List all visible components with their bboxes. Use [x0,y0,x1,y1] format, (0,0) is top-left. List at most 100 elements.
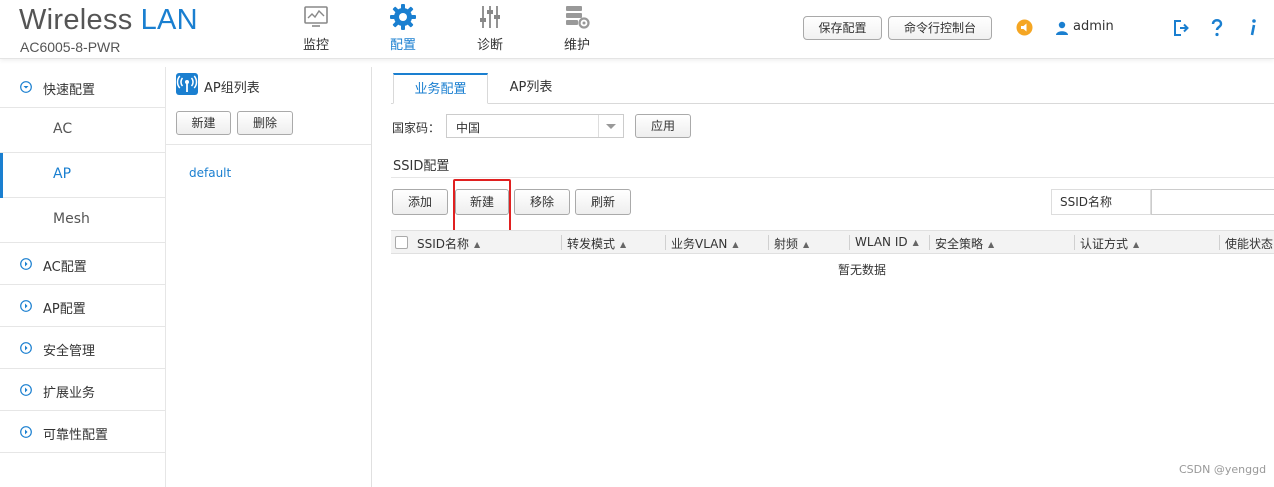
sort-up-icon: ▲ [1133,240,1140,249]
column-label: 射频 [774,237,799,251]
sidebar-item-label: Mesh [53,211,90,227]
username[interactable]: admin [1073,19,1114,34]
refresh-button[interactable]: 刷新 [575,189,631,215]
sidebar-item-ap[interactable]: AP [0,153,165,198]
table-header: SSID名称 ▲ 转发模式 ▲ 业务VLAN ▲ 射频 ▲ WLAN ID ▲ 安全策略 ▲… [391,230,1274,254]
column-label: 认证方式 [1080,237,1129,251]
left-sidebar: 快速配置 AC AP Mesh AC配置 AP配置 安全管理 扩展业务 可靠性配… [0,67,165,487]
chevron-right-circle-icon [20,384,32,396]
country-code-label: 国家码： [392,121,441,135]
column-label: SSID名称 [417,237,470,251]
main-content: 业务配置 AP列表 国家码： 中国 应用 SSID配置 添加 新建 移除 刷新 … [371,67,1274,487]
sidebar-item-label: AP [53,166,72,182]
country-code-value: 中国 [456,121,481,135]
gear-icon [390,4,416,30]
column-divider [929,235,930,250]
column-header-wlan-id[interactable]: WLAN ID ▲ [855,235,919,249]
column-divider [849,235,850,250]
sort-up-icon: ▲ [988,240,995,249]
ap-group-item-default[interactable]: default [189,166,231,180]
sidebar-item-ac[interactable]: AC [0,108,165,153]
product-logo: Wireless LAN [19,4,198,37]
column-header-enable-status[interactable]: 使能状态 [1225,235,1273,252]
alarm-speaker-icon[interactable] [1016,19,1033,36]
active-indicator [0,153,3,198]
diagnose-sliders-icon [480,6,500,28]
cli-console-button[interactable]: 命令行控制台 [888,16,992,40]
column-label: 转发模式 [567,237,616,251]
sidebar-security[interactable]: 安全管理 [0,328,165,369]
chevron-right-circle-icon [20,300,32,312]
divider [391,177,1274,178]
sidebar-ac-config[interactable]: AC配置 [0,244,165,285]
help-icon[interactable] [1211,18,1223,37]
column-header-forward-mode[interactable]: 转发模式 ▲ [567,235,626,252]
ssid-search-input[interactable] [1151,189,1274,215]
nav-label: 监控 [302,38,329,53]
country-code-select[interactable]: 中国 [446,114,624,138]
sidebar-item-label: 安全管理 [43,344,96,359]
tab-service-config[interactable]: 业务配置 [393,73,488,104]
section-title-ssid: SSID配置 [393,159,450,174]
wireless-ap-icon [176,73,198,95]
monitor-icon [304,6,328,27]
sidebar-item-label: 快速配置 [43,83,96,98]
column-divider [768,235,769,250]
sidebar-quick-config[interactable]: 快速配置 [0,67,165,108]
sidebar-item-label: AC配置 [43,260,87,275]
brand-name: Wireless [19,4,133,36]
select-all-checkbox[interactable] [395,236,408,249]
ap-group-title: AP组列表 [204,81,260,96]
new-group-button[interactable]: 新建 [176,111,231,135]
top-header: Wireless LAN AC6005-8-PWR 监控 配置 诊断 维护 保存… [0,0,1274,59]
search-field-label[interactable]: SSID名称 [1051,189,1151,215]
sidebar-reliability[interactable]: 可靠性配置 [0,412,165,453]
watermark: CSDN @yenggd [1179,463,1267,476]
column-label: 使能状态 [1225,237,1274,251]
apply-button[interactable]: 应用 [635,114,691,138]
divider [166,144,371,145]
maintenance-server-icon [566,6,590,29]
column-header-ssid-name[interactable]: SSID名称 ▲ [417,235,480,252]
chevron-right-circle-icon [20,258,32,270]
sidebar-ap-config[interactable]: AP配置 [0,286,165,327]
column-label: WLAN ID [855,235,908,249]
brand-name-accent: LAN [140,4,198,36]
remove-button[interactable]: 移除 [514,189,570,215]
logout-icon[interactable] [1173,19,1191,37]
column-divider [665,235,666,250]
nav-monitor[interactable]: 监控 [281,0,351,56]
nav-diagnose[interactable]: 诊断 [455,0,525,56]
chevron-down-circle-icon [20,81,32,93]
column-divider [561,235,562,250]
sort-up-icon: ▲ [620,240,627,249]
sort-up-icon: ▲ [474,240,481,249]
new-ssid-button[interactable]: 新建 [455,189,509,215]
column-header-radio[interactable]: 射频 ▲ [774,235,809,252]
user-icon [1056,21,1068,35]
nav-config[interactable]: 配置 [368,0,438,56]
column-header-service-vlan[interactable]: 业务VLAN ▲ [671,235,739,252]
save-config-button[interactable]: 保存配置 [803,16,882,40]
sidebar-item-mesh[interactable]: Mesh [0,198,165,243]
device-model: AC6005-8-PWR [20,39,121,55]
column-header-security-policy[interactable]: 安全策略 ▲ [935,235,994,252]
sidebar-item-label: 可靠性配置 [43,428,109,443]
sort-up-icon: ▲ [732,240,739,249]
nav-maintenance[interactable]: 维护 [542,0,612,56]
chevron-right-circle-icon [20,342,32,354]
column-divider [1219,235,1220,250]
table-empty-message: 暂无数据 [838,263,887,277]
sort-up-icon: ▲ [912,238,919,247]
chevron-right-circle-icon [20,426,32,438]
delete-group-button[interactable]: 删除 [237,111,293,135]
chevron-down-icon [598,115,623,137]
info-icon[interactable] [1248,18,1258,37]
tab-ap-list[interactable]: AP列表 [491,73,571,104]
add-button[interactable]: 添加 [392,189,448,215]
column-label: 业务VLAN [671,237,728,251]
sidebar-extended-services[interactable]: 扩展业务 [0,370,165,411]
column-header-auth-mode[interactable]: 认证方式 ▲ [1080,235,1139,252]
nav-label: 配置 [389,38,416,53]
nav-label: 维护 [563,38,590,53]
